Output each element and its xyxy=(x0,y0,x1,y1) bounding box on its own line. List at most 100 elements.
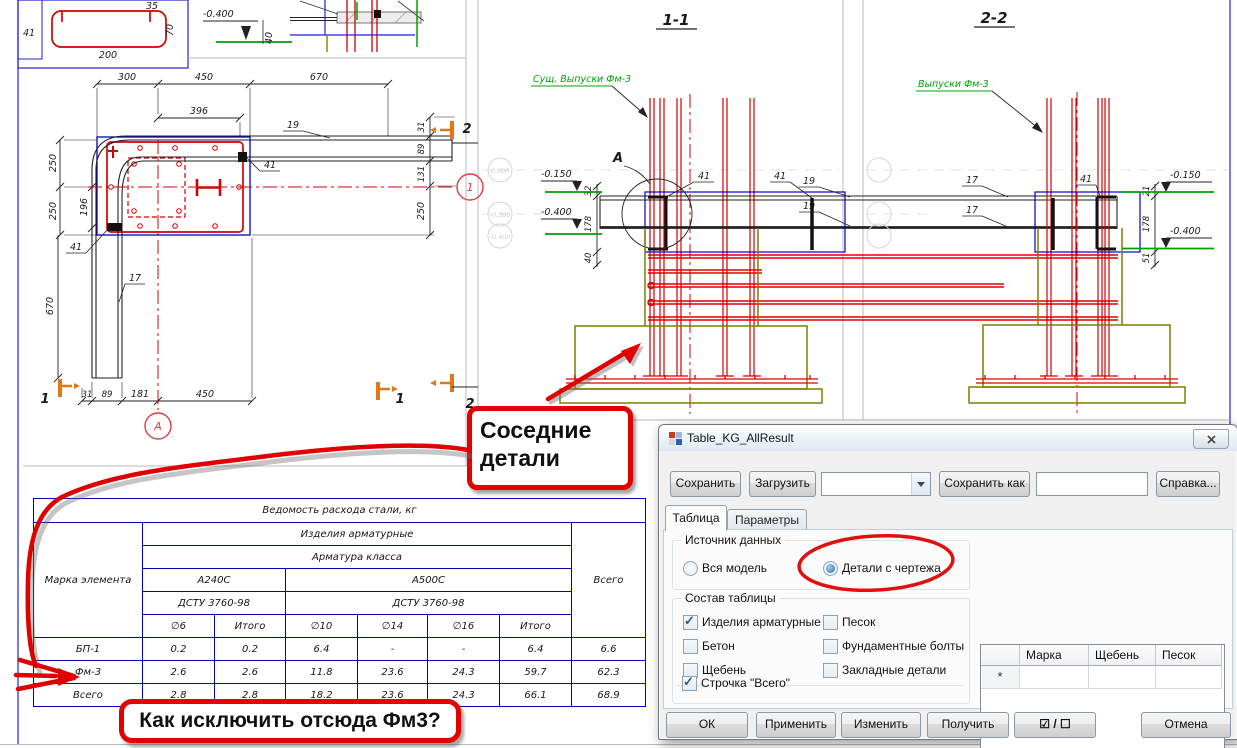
checkbox-label[interactable]: Строчка "Всего" xyxy=(701,676,790,690)
section-number: 1 xyxy=(40,392,49,407)
checkbox-label[interactable]: Фундаментные болты xyxy=(842,639,964,653)
dim-label: 196 xyxy=(79,198,90,216)
column-header: ∅16 xyxy=(427,614,500,638)
level-bubbles: 0.000 -0.300 -0.400 xyxy=(487,157,513,249)
checkbox-rebar-products[interactable] xyxy=(683,613,698,630)
group-label: Источник данных xyxy=(681,533,786,547)
elevation-label: -0.400 xyxy=(541,207,572,218)
section-leaders xyxy=(962,184,1101,228)
tab-parameters[interactable]: Параметры xyxy=(727,509,807,531)
dim-label: 670 xyxy=(45,297,56,315)
position-label: 17 xyxy=(129,273,141,284)
checkbox-label[interactable]: Песок xyxy=(842,615,875,629)
green-note: Сущ. Выпуски Фм-3 xyxy=(533,74,631,85)
tab-page-table: Источник данных Вся модель Детали с черт… xyxy=(663,529,1233,748)
dim-label: 396 xyxy=(190,106,208,117)
section-1-1: 1-1 Сущ. Выпуски Фм-3 41 41 19 19 А 32 1… xyxy=(487,11,1118,414)
checkbox-embedded-details[interactable] xyxy=(823,663,838,678)
tab-table[interactable]: Таблица xyxy=(665,505,727,531)
dim-label: 35 xyxy=(146,1,158,12)
checkbox-label[interactable]: Закладные детали xyxy=(842,663,946,677)
table-title: Ведомость расхода стали, кг xyxy=(33,498,646,523)
close-button[interactable] xyxy=(1193,429,1229,449)
position-label: 19 xyxy=(803,201,815,212)
cell-element: Фм-3 xyxy=(33,660,143,684)
radio-details-label[interactable]: Детали с чертежа xyxy=(842,561,941,575)
position-label: 41 xyxy=(774,171,786,182)
help-button[interactable]: Справка... xyxy=(1156,471,1220,497)
chevron-down-icon xyxy=(917,481,925,487)
save-as-name-input[interactable] xyxy=(1036,472,1148,496)
cancel-button[interactable]: Отмена xyxy=(1141,712,1231,738)
grid-header-gravel[interactable]: Щебень xyxy=(1089,645,1156,666)
grid-cell[interactable] xyxy=(1156,666,1222,689)
dim-label: 41 xyxy=(23,28,35,39)
save-as-button[interactable]: Сохранить как xyxy=(939,471,1030,497)
radio-all-model-label[interactable]: Вся модель xyxy=(702,561,767,575)
elevation-label: -0.150 xyxy=(541,169,572,180)
column-header: ДСТУ 3760-98 xyxy=(285,591,572,615)
level-label: -0.400 xyxy=(490,233,511,241)
column-header: Марка элемента xyxy=(33,522,143,638)
saved-tables-combobox[interactable] xyxy=(821,472,931,496)
combobox-arrow[interactable] xyxy=(911,473,930,495)
apply-button[interactable]: Применить xyxy=(756,712,836,738)
close-icon xyxy=(1206,434,1216,444)
group-label: Состав таблицы xyxy=(681,591,780,605)
checkbox-label[interactable]: Изделия арматурные xyxy=(702,615,821,629)
dim-label: 31 xyxy=(417,122,427,133)
section-number: 2 xyxy=(462,122,471,137)
dim-label: 450 xyxy=(196,389,214,400)
checkbox-label[interactable]: Бетон xyxy=(702,639,735,653)
grid-header-sand[interactable]: Песок xyxy=(1156,645,1222,666)
grid-cell[interactable] xyxy=(1020,666,1089,689)
cad-application-window: 35 200 70 41 -0.400 40 300 450 670 396 2… xyxy=(0,0,1237,748)
toggle-checks-button[interactable]: ☑ / ☐ xyxy=(1014,712,1096,738)
checkbox-foundation-bolts[interactable] xyxy=(823,639,838,654)
group-data-source: Источник данных Вся модель Детали с черт… xyxy=(672,533,970,590)
dim-label: 70 xyxy=(165,24,176,36)
position-label: 41 xyxy=(1080,174,1092,185)
save-button[interactable]: Сохранить xyxy=(670,471,741,497)
radio-all-model[interactable] xyxy=(683,561,698,576)
dialog-titlebar[interactable]: Table_KG_AllResult xyxy=(659,425,1237,451)
embed-u-detail xyxy=(648,195,668,251)
app-icon xyxy=(669,432,682,445)
column-header: Изделия арматурные xyxy=(142,522,572,546)
checkbox-total-row[interactable] xyxy=(682,674,697,691)
checkbox-sand[interactable] xyxy=(823,615,838,630)
section-markers: 2 2 1 1 xyxy=(40,121,478,412)
grid-header-marka[interactable]: Марка xyxy=(1020,645,1089,666)
table-row: БП-1 0.2 0.2 6.4 - - 6.4 6.6 xyxy=(33,637,646,661)
checkbox-label[interactable]: Щебень xyxy=(702,663,746,677)
embed-u-detail xyxy=(1095,195,1116,251)
column-header: Всего xyxy=(571,522,646,638)
edit-button[interactable]: Изменить xyxy=(841,712,921,738)
steel-consumption-table: Ведомость расхода стали, кг Марка элемен… xyxy=(33,498,646,707)
column-header: ДСТУ 3760-98 xyxy=(142,591,286,615)
dim-label: 51 xyxy=(1142,253,1152,264)
checkbox-concrete[interactable] xyxy=(683,639,698,654)
section-title: 1-1 xyxy=(662,11,689,29)
radio-details-from-drawing[interactable] xyxy=(823,561,838,576)
load-button[interactable]: Загрузить xyxy=(749,471,816,497)
axis-label: 1 xyxy=(467,181,474,194)
dim-label: 40 xyxy=(264,32,275,44)
grid-cell[interactable] xyxy=(1089,666,1156,689)
get-button[interactable]: Получить xyxy=(927,712,1009,738)
grid-new-row-marker: * xyxy=(981,666,1020,689)
ok-button[interactable]: ОК xyxy=(666,712,748,738)
plan-foundation-outline xyxy=(96,136,251,236)
dim-label: 32 xyxy=(584,186,594,197)
column-header: ∅6 xyxy=(142,614,215,638)
top-partial-detail xyxy=(290,0,425,52)
dim-label: 250 xyxy=(48,202,59,220)
dim-label: 21 xyxy=(1142,186,1152,197)
column-header: А240С xyxy=(142,568,286,592)
column-header: Итого xyxy=(499,614,572,638)
position-label: 41 xyxy=(70,242,82,253)
dim-label: 31 xyxy=(82,390,93,400)
section-2-2: 2-2 Выпуски Фм-3 17 17 41 21 178 51 -0.1… xyxy=(866,9,1214,414)
level-bubbles xyxy=(866,157,892,249)
table-kg-allresult-dialog: Table_KG_AllResult Сохранить Загрузить С… xyxy=(658,424,1237,748)
